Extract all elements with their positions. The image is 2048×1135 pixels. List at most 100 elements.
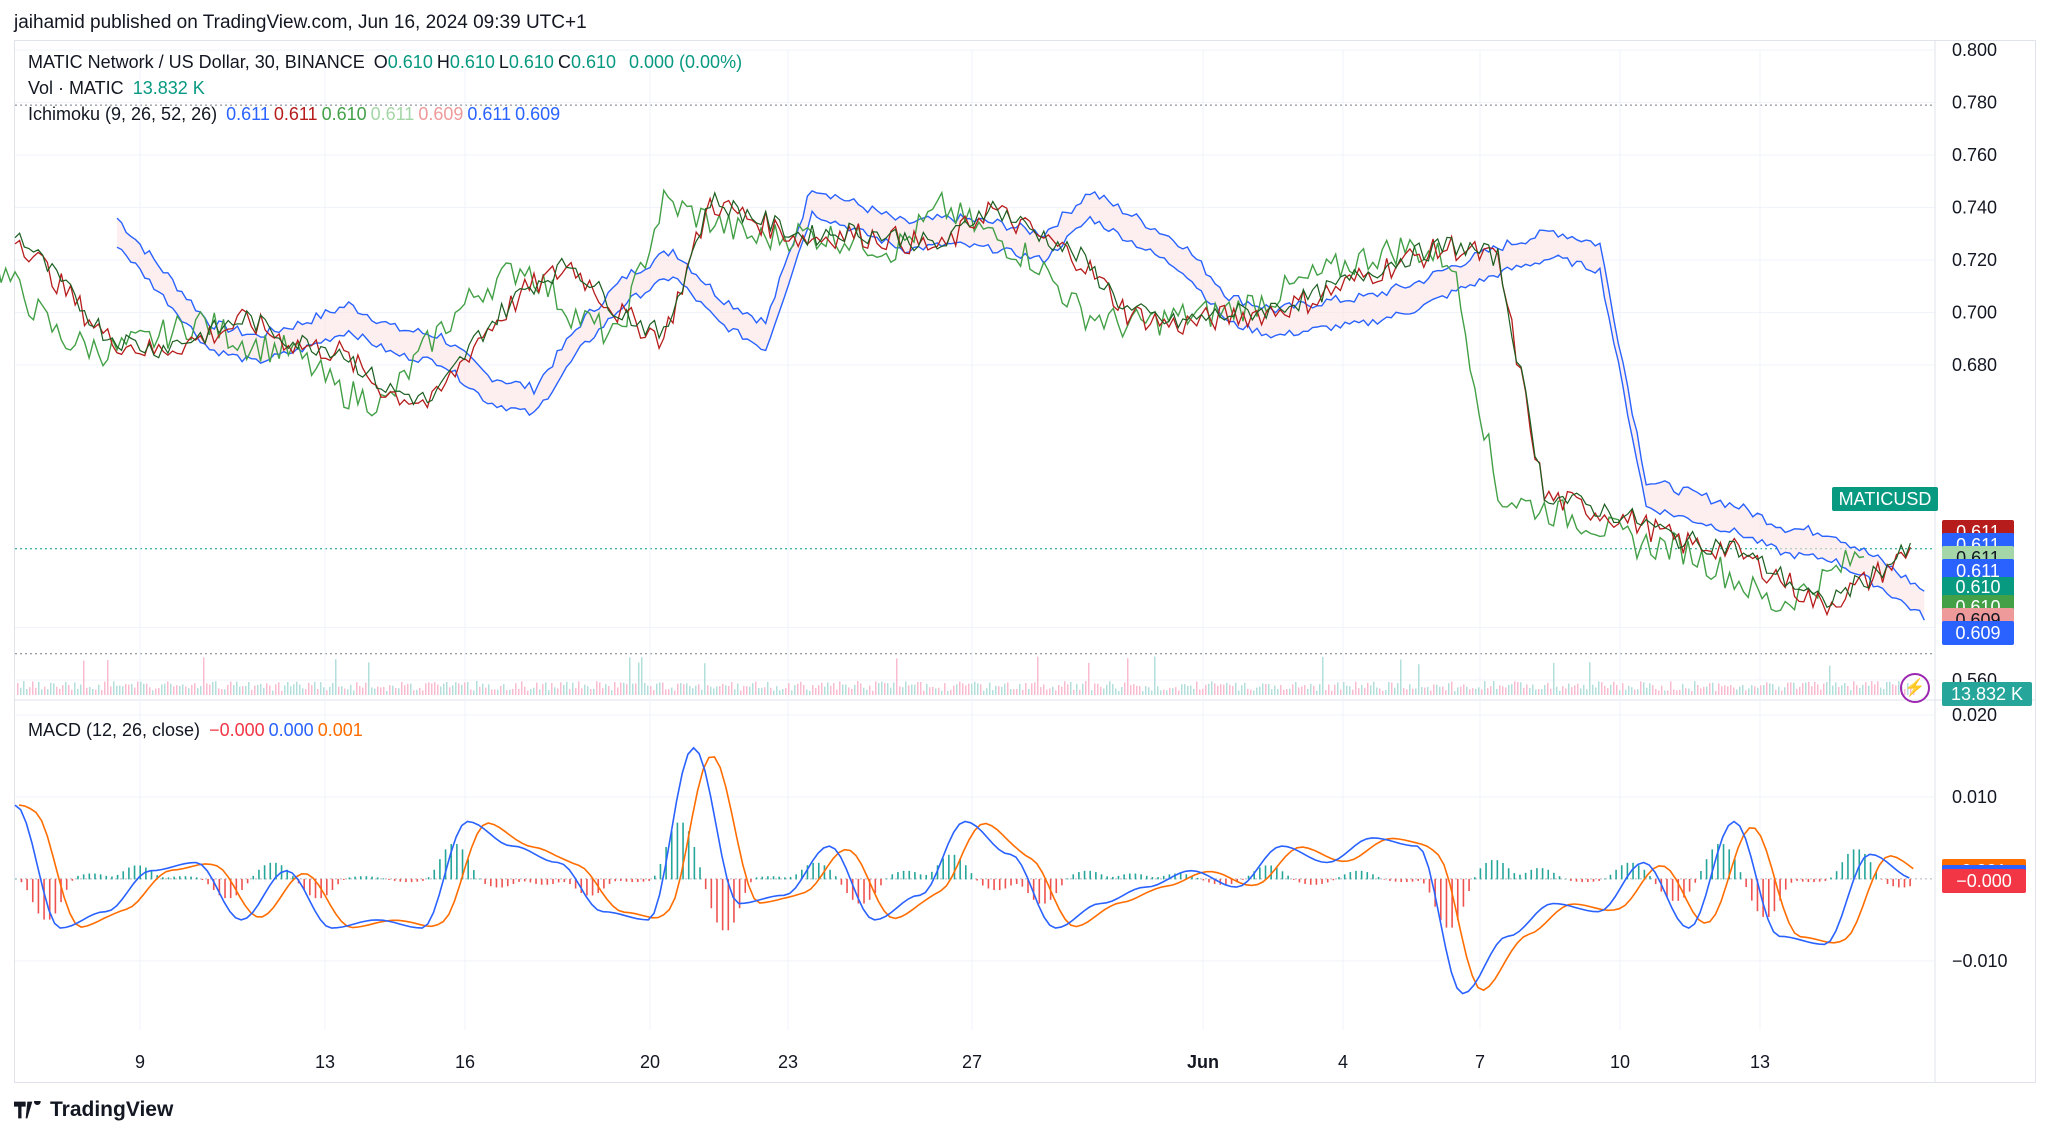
volume-legend[interactable]: Vol · MATIC 13.832 K (28, 78, 209, 99)
macd-hist-bar (99, 874, 102, 880)
macd-hist-bar (1083, 870, 1086, 880)
macd-hist-bar (150, 871, 153, 880)
volume-bar (62, 685, 64, 695)
volume-bar (851, 688, 853, 695)
lightning-icon[interactable]: ⚡ (1900, 673, 1930, 703)
macd-hist-bar (1632, 862, 1634, 880)
volume-bar (620, 682, 622, 695)
macd-hist-bar (891, 874, 894, 880)
macd-hist-bar (1519, 874, 1521, 880)
volume-bar (1517, 682, 1519, 695)
volume-bar (1274, 685, 1276, 695)
volume-bar (1352, 689, 1354, 695)
volume-bar (1502, 686, 1504, 695)
volume-bar (1190, 685, 1192, 695)
macd-hist-bar (1140, 874, 1142, 880)
volume-bar (1409, 684, 1411, 695)
macd-hist-bar (569, 878, 571, 885)
macd-hist-bar (1423, 878, 1425, 884)
volume-bar (554, 687, 556, 695)
macd-hist-bar (931, 871, 933, 880)
volume-bar (173, 686, 175, 695)
volume-bar (386, 690, 388, 695)
macd-hist-bar (919, 874, 922, 880)
macd-hist-bar (512, 878, 515, 884)
volume-bar (632, 683, 634, 695)
volume-bar (59, 688, 61, 695)
macd-hist-bar (885, 878, 888, 880)
volume-bar (1598, 681, 1600, 695)
volume-bar (116, 685, 118, 695)
volume-bar (788, 683, 790, 695)
volume-bar (1475, 688, 1477, 695)
macd-hist-bar (1134, 873, 1137, 880)
volume-bar (1538, 689, 1540, 695)
volume-bar (1634, 689, 1636, 695)
volume-bar (314, 681, 316, 695)
volume-bar (50, 682, 52, 695)
ichimoku-cloud (117, 190, 1925, 621)
volume-bar (584, 684, 586, 695)
volume-bar (1712, 682, 1714, 695)
volume-bar (323, 687, 325, 695)
volume-bar (80, 684, 82, 695)
volume-bar (1799, 687, 1801, 695)
volume-bar (809, 690, 811, 695)
volume-bar (83, 660, 85, 695)
volume-bar (980, 684, 982, 695)
chart-canvas[interactable]: 0.8000.7800.7600.7400.7200.7000.6800.580… (0, 0, 2048, 1135)
volume-bar (1025, 683, 1027, 695)
volume-bar (299, 684, 301, 695)
macd-values: −0.000 0.000 0.001 (209, 720, 367, 740)
macd-hist-bar (111, 876, 113, 880)
macd-hist-bar (1032, 878, 1035, 900)
symbol-legend[interactable]: MATIC Network / US Dollar, 30, BINANCE O… (28, 52, 746, 73)
volume-bar (1892, 684, 1894, 695)
footer-brand[interactable]: TradingView (14, 1098, 173, 1122)
volume-bar (1499, 685, 1501, 695)
volume-bar (1283, 689, 1285, 695)
macd-hist-bar (1332, 878, 1335, 881)
volume-bar (977, 683, 979, 695)
volume-bar (215, 681, 217, 695)
volume-bar (671, 687, 673, 695)
volume-bar (1496, 688, 1498, 695)
macd-hist-bar (1784, 878, 1787, 890)
volume-bar (422, 690, 424, 695)
ichimoku-legend[interactable]: Ichimoku (9, 26, 52, 26) 0.611 0.611 0.610… (28, 104, 568, 125)
macd-hist-bar (710, 878, 713, 909)
volume-bar (434, 682, 436, 695)
volume-bar (512, 688, 514, 695)
macd-hist-bar (399, 878, 402, 882)
volume-bar (884, 683, 886, 695)
macd-hist-bar (388, 878, 390, 880)
macd-hist-bar (586, 878, 588, 896)
volume-bar (362, 687, 364, 695)
price-tick-4: 0.720 (1952, 250, 1997, 270)
volume-bar (1346, 685, 1348, 695)
volume-bar (764, 687, 766, 695)
macd-hist-bar (1106, 876, 1108, 880)
volume-bar (1802, 683, 1804, 695)
volume-bar (1145, 686, 1147, 695)
macd-hist-bar (393, 878, 396, 881)
macd-legend[interactable]: MACD (12, 26, close) −0.000 0.000 0.001 (28, 720, 371, 741)
volume-bar (608, 686, 610, 695)
volume-bar (164, 683, 166, 695)
volume-bar (1505, 687, 1507, 695)
macd-hist-bar (1445, 878, 1448, 928)
volume-bar (665, 689, 667, 695)
macd-hist-bar (1485, 862, 1487, 880)
macd-hist-bar (1671, 878, 1674, 901)
volume-bar (710, 686, 712, 695)
volume-bar (953, 685, 955, 695)
macd-hist-bar (241, 878, 243, 891)
volume-bar (1289, 688, 1291, 695)
time-tick-3: 20 (640, 1052, 660, 1072)
volume-bar (935, 688, 937, 695)
macd-hist-bar (778, 876, 780, 880)
volume-bar (170, 683, 172, 695)
price-badge-7: 0.609 (1942, 620, 2014, 645)
volume-bar (971, 683, 973, 695)
macd-hist-bar (897, 872, 899, 880)
